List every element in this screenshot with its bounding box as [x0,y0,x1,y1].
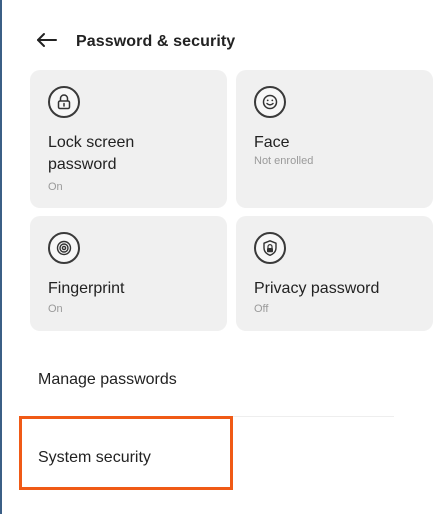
tile-label: Privacy password [254,280,380,297]
tile-label: Lock screen password [48,134,135,173]
back-button[interactable] [36,28,62,56]
tile-status: On [48,181,63,193]
header: Password & security [36,28,235,56]
page-title: Password & security [76,33,236,50]
fingerprint-icon [48,232,80,264]
lock-icon [48,86,80,118]
tile-face[interactable]: Face Not enrolled [236,70,433,208]
tile-lock-screen-password[interactable]: Lock screen password On [30,70,227,208]
system-security-item[interactable]: System security [38,449,151,467]
shield-lock-icon [254,232,286,264]
tile-fingerprint[interactable]: Fingerprint On [30,216,227,331]
tile-status: Not enrolled [254,155,314,167]
tile-status: Off [254,303,269,315]
tile-label: Fingerprint [48,280,125,297]
divider [38,416,394,417]
arrow-left-icon [36,32,58,53]
tile-status: On [48,303,63,315]
window-left-edge [0,0,2,514]
face-icon [254,86,286,118]
tile-label: Face [254,134,290,151]
manage-passwords-item[interactable]: Manage passwords [38,371,177,389]
tile-privacy-password[interactable]: Privacy password Off [236,216,433,331]
